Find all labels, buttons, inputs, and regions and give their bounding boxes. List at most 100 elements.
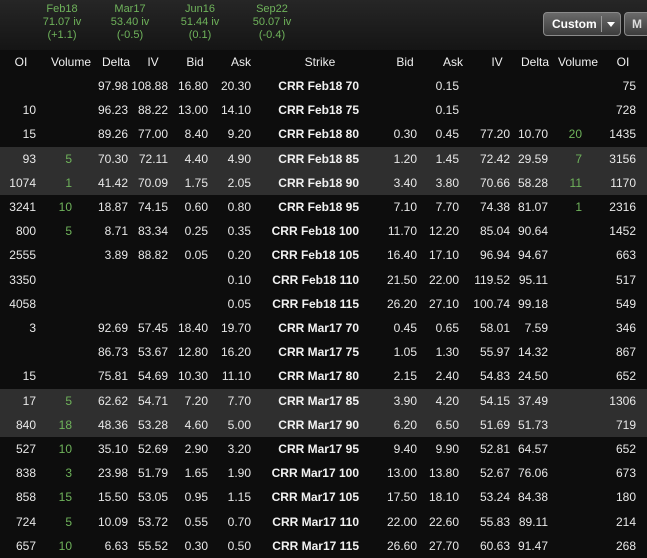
call-ask[interactable]: 16.20 [216,345,251,359]
put-delta[interactable]: 84.38 [508,490,548,504]
header-put-bid[interactable]: Bid [390,55,420,69]
header-call-delta[interactable]: Delta [96,55,136,69]
call-oi[interactable]: 840 [0,418,36,432]
put-volume[interactable]: 11 [560,176,582,190]
option-row[interactable]: 3241 10 18.87 74.15 0.60 0.80 CRR Feb18 95 7.10… [0,195,647,219]
header-put-volume[interactable]: Volume [554,55,602,69]
put-iv[interactable]: 119.52 [466,273,510,287]
option-row[interactable]: 97.98 108.88 16.80 20.30 CRR Feb18 70 0.15 75 [0,74,647,98]
put-ask[interactable]: 27.70 [422,539,459,553]
put-bid[interactable]: 0.45 [380,321,417,335]
header-call-ask[interactable]: Ask [226,55,256,69]
call-delta[interactable]: 92.69 [88,321,128,335]
put-ask[interactable]: 7.70 [422,200,459,214]
strike-label[interactable]: CRR Feb18 90 [262,176,359,190]
put-ask[interactable]: 12.20 [422,224,459,238]
put-iv[interactable]: 85.04 [466,224,510,238]
call-bid[interactable]: 13.00 [174,103,208,117]
expiry-mar17[interactable]: Mar17 53.40 iv (-0.5) [95,3,165,42]
call-volume[interactable]: 5 [50,515,72,529]
call-ask[interactable]: 0.70 [216,515,251,529]
put-bid[interactable]: 21.50 [380,273,417,287]
strike-label[interactable]: CRR Feb18 85 [262,152,359,166]
put-volume[interactable]: 20 [560,127,582,141]
put-bid[interactable]: 26.20 [380,297,417,311]
put-ask[interactable]: 4.20 [422,394,459,408]
option-row[interactable]: 838 3 23.98 51.79 1.65 1.90 CRR Mar17 100 13.00… [0,461,647,485]
call-delta[interactable]: 10.09 [88,515,128,529]
put-bid[interactable]: 1.05 [380,345,417,359]
call-oi[interactable]: 1074 [0,176,36,190]
call-ask[interactable]: 3.20 [216,442,251,456]
put-iv[interactable]: 52.67 [466,466,510,480]
put-iv[interactable]: 55.83 [466,515,510,529]
call-oi[interactable]: 2555 [0,248,36,262]
put-bid[interactable]: 0.30 [380,127,417,141]
put-iv[interactable]: 96.94 [466,248,510,262]
put-ask[interactable]: 22.60 [422,515,459,529]
call-oi[interactable]: 724 [0,515,36,529]
strike-label[interactable]: CRR Mar17 75 [262,345,359,359]
call-volume[interactable]: 10 [50,442,72,456]
call-iv[interactable]: 72.11 [128,152,168,166]
header-put-oi[interactable]: OI [608,55,638,69]
call-iv[interactable]: 55.52 [128,539,168,553]
call-bid[interactable]: 16.80 [174,79,208,93]
put-oi[interactable]: 268 [594,539,636,553]
call-ask[interactable]: 5.00 [216,418,251,432]
put-bid[interactable]: 16.40 [380,248,417,262]
call-bid[interactable]: 0.95 [174,490,208,504]
put-oi[interactable]: 663 [594,248,636,262]
put-iv[interactable]: 55.97 [466,345,510,359]
strike-label[interactable]: CRR Mar17 105 [262,490,359,504]
call-iv[interactable]: 88.22 [128,103,168,117]
option-row[interactable]: 724 5 10.09 53.72 0.55 0.70 CRR Mar17 110 22.00… [0,510,647,534]
call-bid[interactable]: 7.20 [174,394,208,408]
strike-label[interactable]: CRR Feb18 95 [262,200,359,214]
strike-label[interactable]: CRR Mar17 95 [262,442,359,456]
put-oi[interactable]: 75 [594,79,636,93]
strike-label[interactable]: CRR Mar17 110 [262,515,359,529]
put-delta[interactable]: 99.18 [508,297,548,311]
put-ask[interactable]: 3.80 [422,176,459,190]
put-iv[interactable]: 60.63 [466,539,510,553]
strike-label[interactable]: CRR Mar17 70 [262,321,359,335]
expiry-sep22[interactable]: Sep22 50.07 iv (-0.4) [237,3,307,42]
put-oi[interactable]: 1170 [594,176,636,190]
put-ask[interactable]: 13.80 [422,466,459,480]
call-iv[interactable]: 53.05 [128,490,168,504]
call-iv[interactable]: 53.28 [128,418,168,432]
call-iv[interactable]: 70.09 [128,176,168,190]
put-iv[interactable]: 74.38 [466,200,510,214]
put-ask[interactable]: 1.45 [422,152,459,166]
call-bid[interactable]: 2.90 [174,442,208,456]
option-row[interactable]: 2555 3.89 88.82 0.05 0.20 CRR Feb18 105 16.40 1… [0,243,647,267]
option-row[interactable]: 10 96.23 88.22 13.00 14.10 CRR Feb18 75 0.15 72… [0,98,647,122]
header-put-ask[interactable]: Ask [438,55,468,69]
call-ask[interactable]: 7.70 [216,394,251,408]
option-row[interactable]: 657 10 6.63 55.52 0.30 0.50 CRR Mar17 115 26.60… [0,534,647,558]
call-oi[interactable]: 4058 [0,297,36,311]
call-bid[interactable]: 18.40 [174,321,208,335]
option-row[interactable]: 86.73 53.67 12.80 16.20 CRR Mar17 75 1.05 1.30… [0,340,647,364]
put-oi[interactable]: 1435 [594,127,636,141]
call-ask[interactable]: 14.10 [216,103,251,117]
option-row[interactable]: 15 89.26 77.00 8.40 9.20 CRR Feb18 80 0.30 0.45… [0,122,647,146]
put-delta[interactable]: 90.64 [508,224,548,238]
put-delta[interactable]: 81.07 [508,200,548,214]
put-bid[interactable]: 22.00 [380,515,417,529]
call-ask[interactable]: 4.90 [216,152,251,166]
put-iv[interactable]: 54.15 [466,394,510,408]
put-delta[interactable]: 37.49 [508,394,548,408]
put-bid[interactable]: 1.20 [380,152,417,166]
option-row[interactable]: 15 75.81 54.69 10.30 11.10 CRR Mar17 80 2.15 2.… [0,364,647,388]
put-oi[interactable]: 346 [594,321,636,335]
put-ask[interactable]: 0.45 [422,127,459,141]
call-oi[interactable]: 3350 [0,273,36,287]
call-bid[interactable]: 0.60 [174,200,208,214]
put-bid[interactable]: 17.50 [380,490,417,504]
put-delta[interactable]: 89.11 [508,515,548,529]
put-bid[interactable]: 3.40 [380,176,417,190]
call-volume[interactable]: 10 [50,539,72,553]
header-call-bid[interactable]: Bid [180,55,210,69]
